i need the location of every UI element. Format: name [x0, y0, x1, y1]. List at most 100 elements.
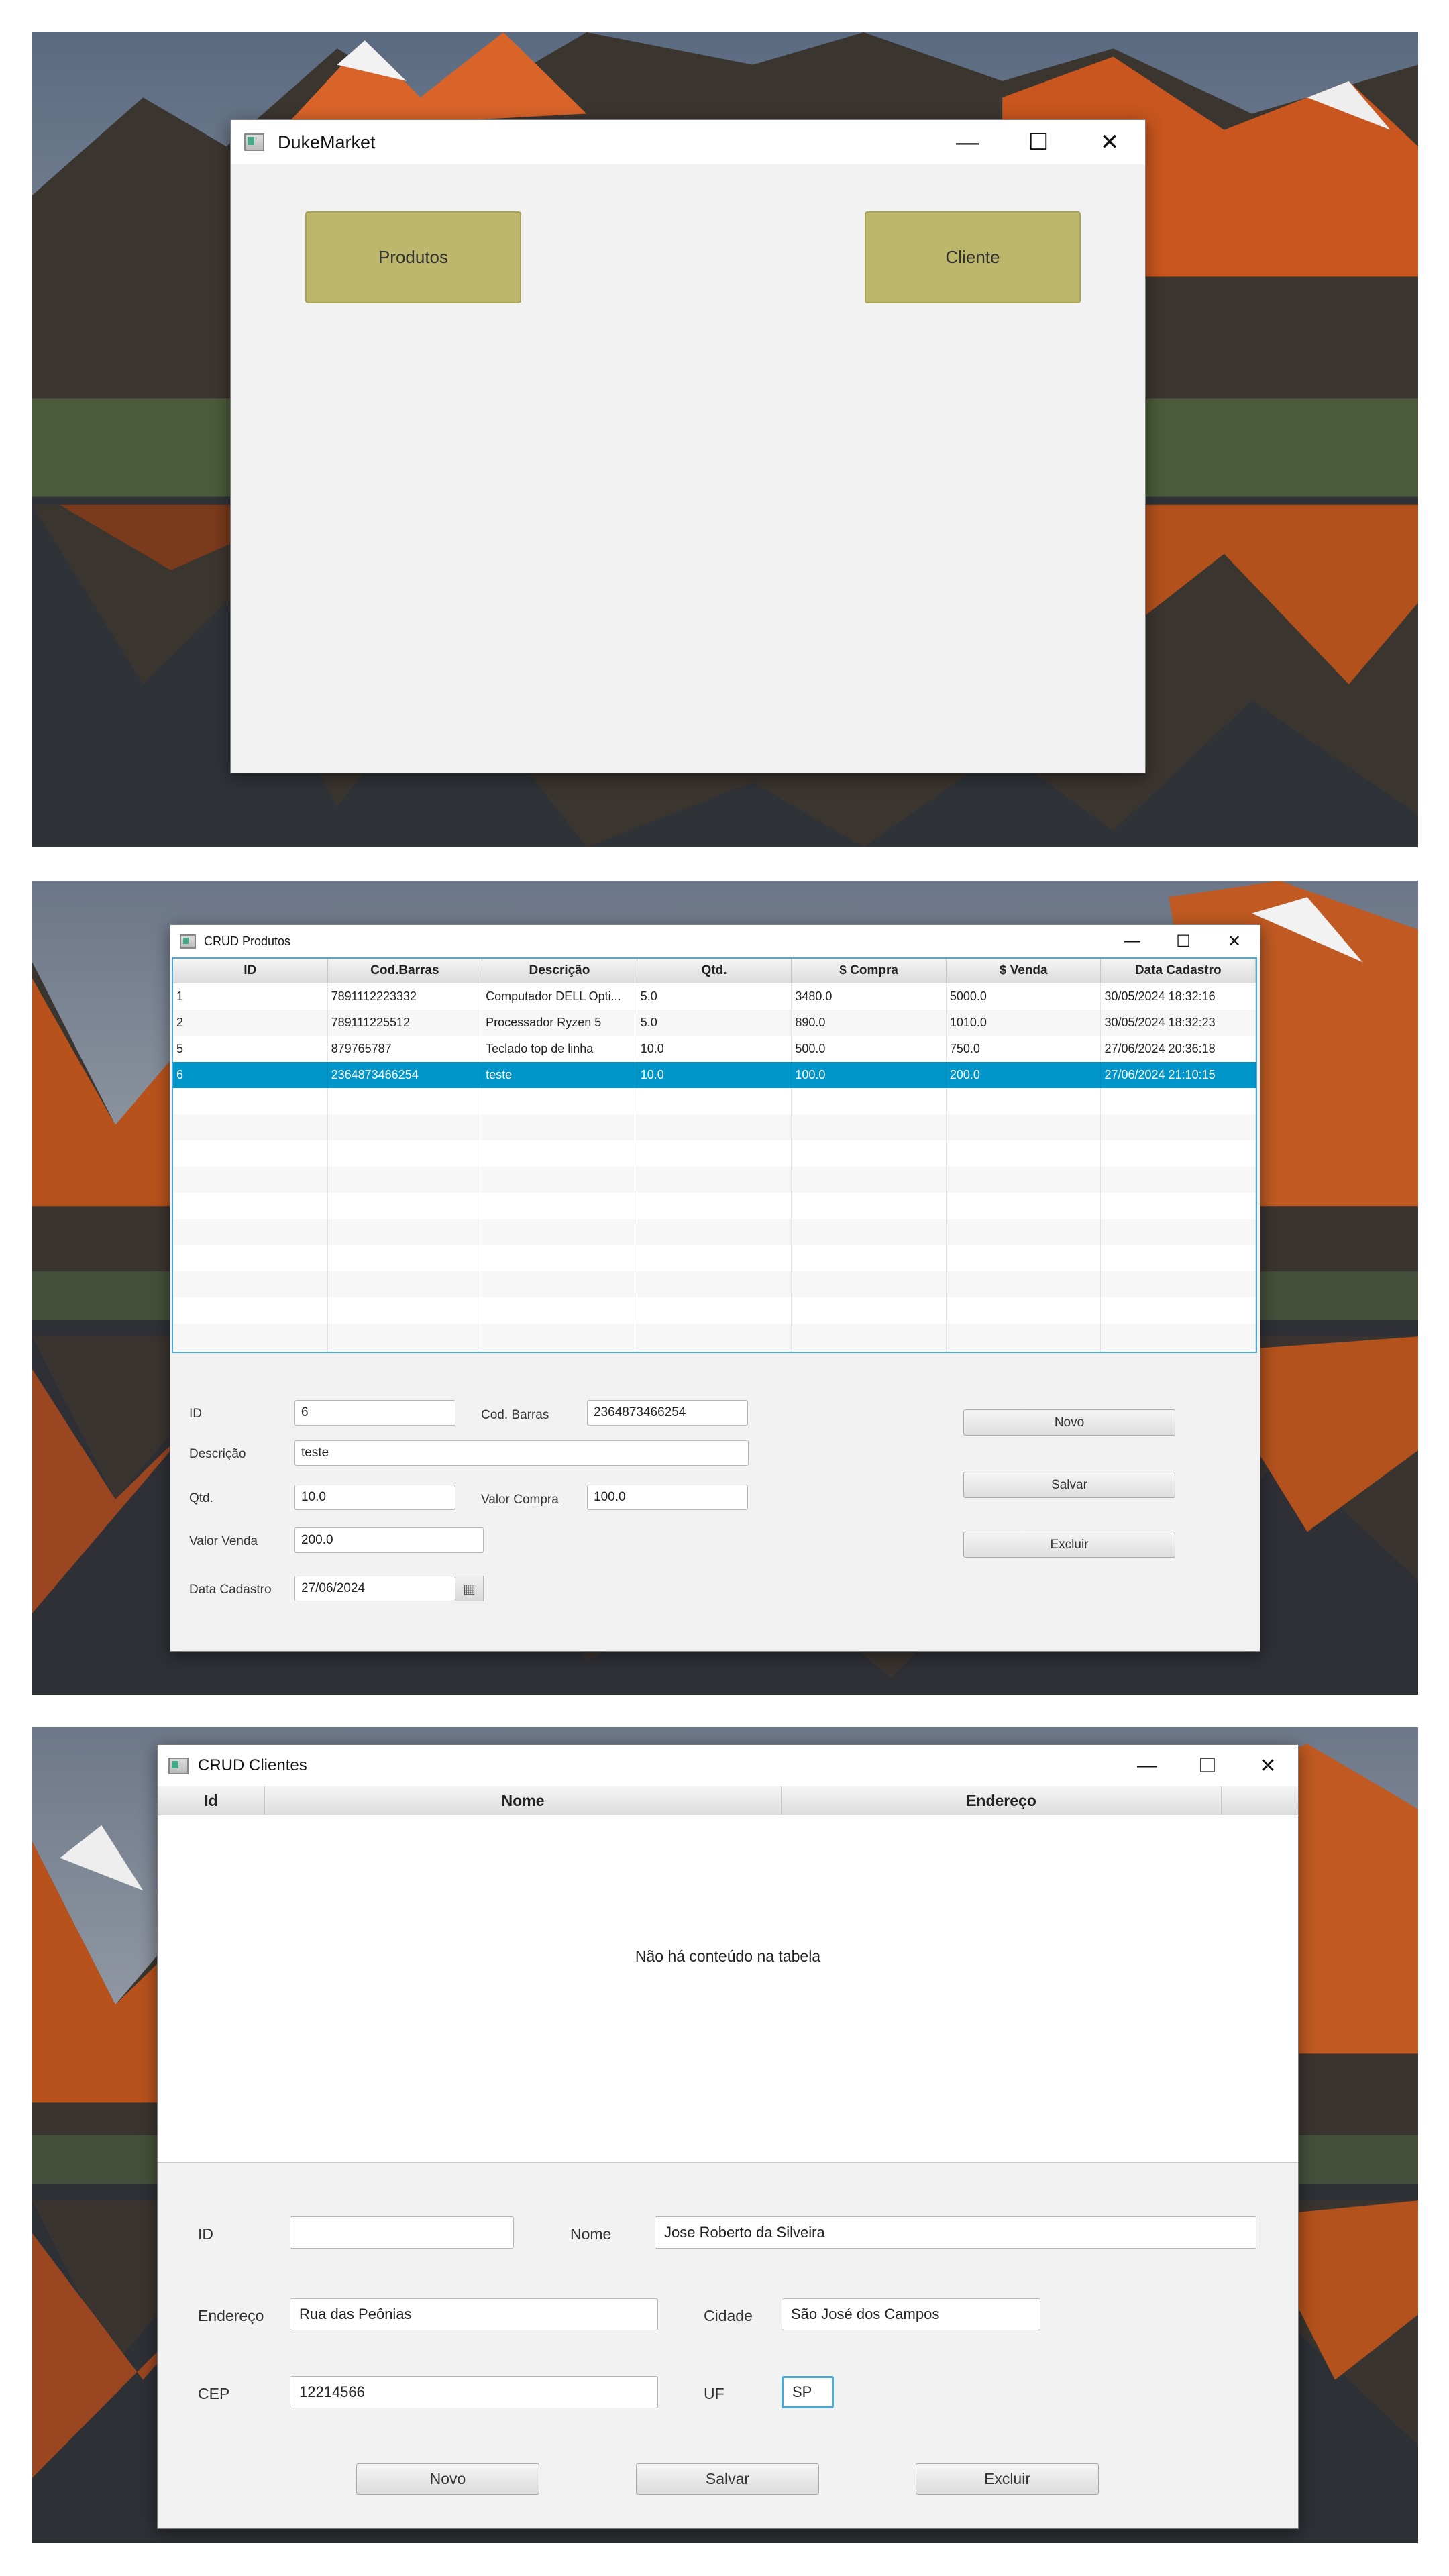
data-cadastro-label: Data Cadastro — [189, 1582, 272, 1597]
cell-qtd: 5.0 — [637, 983, 792, 1010]
valor-venda-label: Valor Venda — [189, 1534, 258, 1548]
cell-id: 5 — [173, 1036, 328, 1062]
maximize-button[interactable]: ☐ — [1003, 120, 1074, 164]
cell-descricao: Processador Ryzen 5 — [482, 1010, 637, 1036]
minimize-button[interactable]: — — [1107, 925, 1158, 957]
qtd-field[interactable]: 10.0 — [294, 1485, 455, 1510]
close-button[interactable]: ✕ — [1238, 1745, 1298, 1786]
endereco-field[interactable]: Rua das Peônias — [290, 2298, 658, 2330]
cell-data-cadastro: 27/06/2024 21:10:15 — [1101, 1062, 1256, 1088]
cidade-field[interactable]: São José dos Campos — [782, 2298, 1040, 2330]
window-title: DukeMarket — [278, 131, 376, 152]
table-header: Id Nome Endereço — [158, 1786, 1298, 1815]
novo-button[interactable]: Novo — [963, 1409, 1175, 1436]
uf-label: UF — [704, 2385, 724, 2402]
descricao-label: Descrição — [189, 1447, 246, 1461]
empty-row — [173, 1088, 1256, 1114]
cell-descricao: teste — [482, 1062, 637, 1088]
cell-cod-barras: 789111225512 — [328, 1010, 483, 1036]
empty-row — [173, 1167, 1256, 1193]
id-field[interactable]: 6 — [294, 1400, 455, 1426]
window-title: CRUD Clientes — [198, 1756, 307, 1774]
empty-row — [173, 1193, 1256, 1219]
cell-data-cadastro: 27/06/2024 20:36:18 — [1101, 1036, 1256, 1062]
produtos-button[interactable]: Produtos — [305, 211, 521, 303]
cod-barras-label: Cod. Barras — [481, 1408, 549, 1422]
column-header-data-cadastro[interactable]: Data Cadastro — [1101, 959, 1256, 983]
column-header-cod-barras[interactable]: Cod.Barras — [328, 959, 483, 983]
table-header: ID Cod.Barras Descrição Qtd. $ Compra $ … — [173, 959, 1256, 983]
cell-compra: 3480.0 — [792, 983, 947, 1010]
cell-qtd: 10.0 — [637, 1062, 792, 1088]
endereco-label: Endereço — [198, 2307, 264, 2324]
empty-row — [173, 1271, 1256, 1297]
title-bar[interactable]: DukeMarket — ☐ ✕ — [231, 120, 1145, 164]
dukemarket-window: DukeMarket — ☐ ✕ Produtos Cliente — [230, 119, 1146, 773]
id-field[interactable] — [290, 2216, 514, 2249]
salvar-button[interactable]: Salvar — [636, 2463, 819, 2495]
column-header-endereco[interactable]: Endereço — [782, 1786, 1222, 1815]
valor-compra-field[interactable]: 100.0 — [587, 1485, 748, 1510]
crud-clientes-window: CRUD Clientes — ☐ ✕ Id Nome Endereço Não… — [157, 1744, 1299, 2529]
cell-compra: 100.0 — [792, 1062, 947, 1088]
cell-descricao: Teclado top de linha — [482, 1036, 637, 1062]
cell-cod-barras: 2364873466254 — [328, 1062, 483, 1088]
column-header-qtd[interactable]: Qtd. — [637, 959, 792, 983]
maximize-button[interactable]: ☐ — [1158, 925, 1209, 957]
excluir-button[interactable]: Excluir — [963, 1532, 1175, 1558]
calendar-picker-button[interactable]: ▦ — [455, 1576, 484, 1601]
column-header-id[interactable]: Id — [158, 1786, 265, 1815]
table-row-selected[interactable]: 6 2364873466254 teste 10.0 100.0 200.0 2… — [173, 1062, 1256, 1088]
desktop-screenshot-3: CRUD Clientes — ☐ ✕ Id Nome Endereço Não… — [32, 1727, 1418, 2543]
table-body: 1 7891112223332 Computador DELL Opti... … — [173, 983, 1256, 1352]
cell-id: 1 — [173, 983, 328, 1010]
nome-field[interactable]: Jose Roberto da Silveira — [655, 2216, 1256, 2249]
maximize-button[interactable]: ☐ — [1177, 1745, 1238, 1786]
cell-data-cadastro: 30/05/2024 18:32:16 — [1101, 983, 1256, 1010]
valor-compra-label: Valor Compra — [481, 1493, 559, 1507]
cep-field[interactable]: 12214566 — [290, 2376, 658, 2408]
desktop-screenshot-2: CRUD Produtos — ☐ ✕ ID Cod.Barras Descri… — [32, 881, 1418, 1695]
cell-venda: 5000.0 — [947, 983, 1102, 1010]
title-bar[interactable]: CRUD Clientes — ☐ ✕ — [158, 1745, 1298, 1786]
uf-field[interactable]: SP — [782, 2376, 834, 2408]
cliente-button[interactable]: Cliente — [865, 211, 1081, 303]
column-header-descricao[interactable]: Descrição — [482, 959, 637, 983]
empty-row — [173, 1324, 1256, 1350]
close-button[interactable]: ✕ — [1209, 925, 1260, 957]
cidade-label: Cidade — [704, 2307, 753, 2324]
excluir-button[interactable]: Excluir — [916, 2463, 1099, 2495]
table-row[interactable]: 1 7891112223332 Computador DELL Opti... … — [173, 983, 1256, 1010]
crud-produtos-window: CRUD Produtos — ☐ ✕ ID Cod.Barras Descri… — [170, 924, 1260, 1652]
column-header-nome[interactable]: Nome — [265, 1786, 782, 1815]
produtos-table[interactable]: ID Cod.Barras Descrição Qtd. $ Compra $ … — [172, 957, 1257, 1353]
empty-row — [173, 1245, 1256, 1271]
salvar-button[interactable]: Salvar — [963, 1472, 1175, 1498]
cell-id: 2 — [173, 1010, 328, 1036]
minimize-button[interactable]: — — [932, 120, 1003, 164]
empty-row — [173, 1114, 1256, 1140]
valor-venda-field[interactable]: 200.0 — [294, 1527, 484, 1553]
column-header-id[interactable]: ID — [173, 959, 328, 983]
cell-cod-barras: 879765787 — [328, 1036, 483, 1062]
empty-row — [173, 1219, 1256, 1245]
column-header-compra[interactable]: $ Compra — [792, 959, 947, 983]
table-row[interactable]: 2 789111225512 Processador Ryzen 5 5.0 8… — [173, 1010, 1256, 1036]
cell-compra: 890.0 — [792, 1010, 947, 1036]
empty-row — [173, 1140, 1256, 1167]
cep-label: CEP — [198, 2385, 230, 2402]
cod-barras-field[interactable]: 2364873466254 — [587, 1400, 748, 1426]
clientes-table[interactable]: Id Nome Endereço Não há conteúdo na tabe… — [158, 1786, 1298, 2163]
data-cadastro-field[interactable]: 27/06/2024 — [294, 1576, 455, 1601]
close-button[interactable]: ✕ — [1074, 120, 1145, 164]
column-header-venda[interactable]: $ Venda — [947, 959, 1102, 983]
window-title: CRUD Produtos — [204, 934, 291, 948]
java-app-icon — [168, 1757, 189, 1774]
title-bar[interactable]: CRUD Produtos — ☐ ✕ — [170, 925, 1260, 957]
minimize-button[interactable]: — — [1117, 1745, 1177, 1786]
cell-venda: 1010.0 — [947, 1010, 1102, 1036]
descricao-field[interactable]: teste — [294, 1440, 749, 1466]
novo-button[interactable]: Novo — [356, 2463, 539, 2495]
table-row[interactable]: 5 879765787 Teclado top de linha 10.0 50… — [173, 1036, 1256, 1062]
cell-data-cadastro: 30/05/2024 18:32:23 — [1101, 1010, 1256, 1036]
